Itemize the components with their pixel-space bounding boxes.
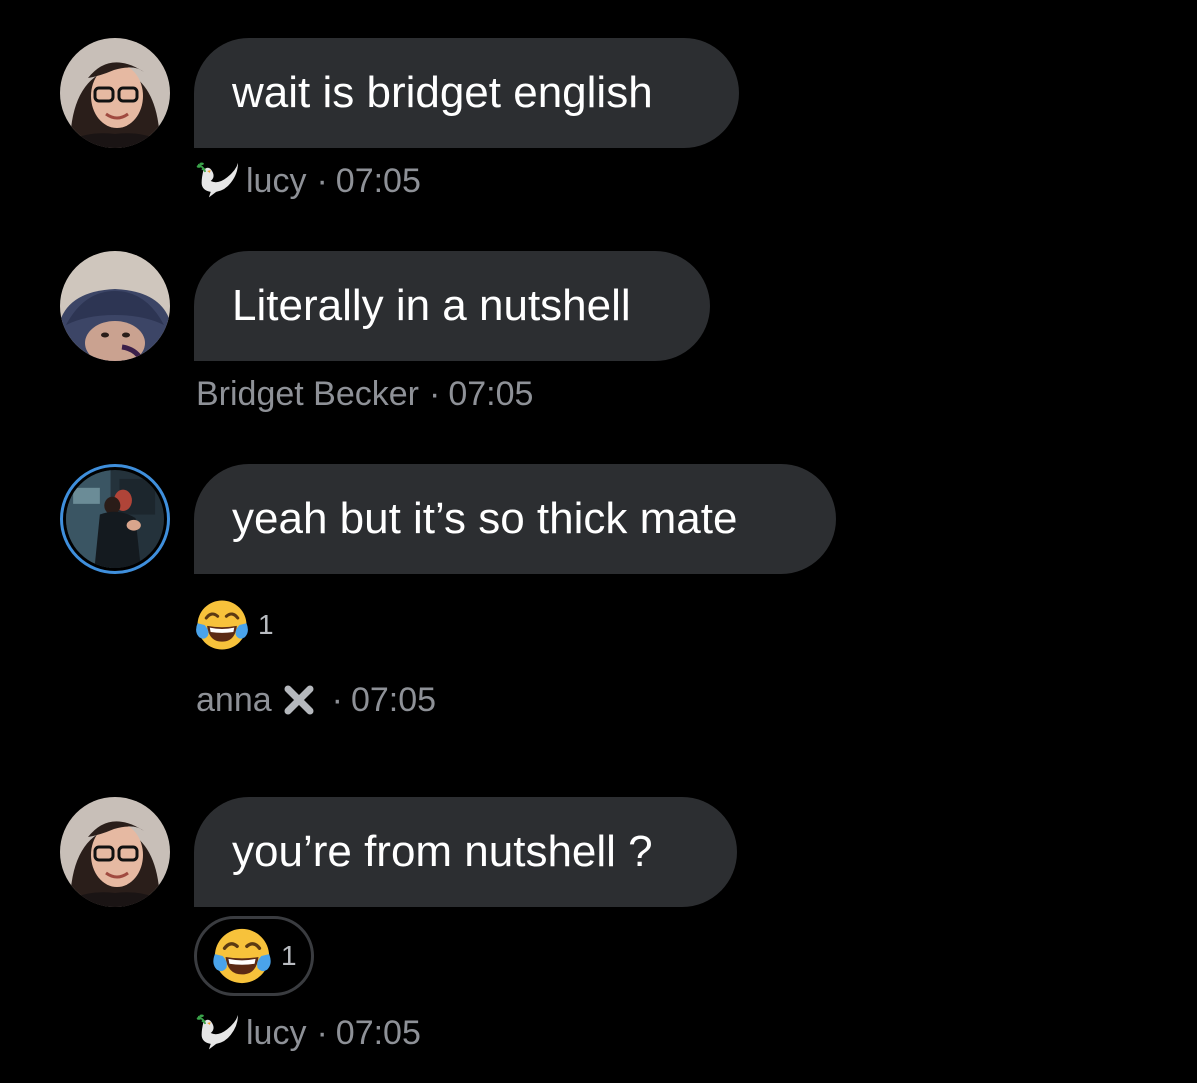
x-mark-icon — [284, 685, 314, 715]
avatar-lucy[interactable] — [60, 38, 170, 148]
message-bubble[interactable]: you’re from nutshell ? — [194, 797, 737, 907]
avatar-image — [66, 470, 164, 568]
message-bubble[interactable]: wait is bridget english — [194, 38, 739, 148]
dove-icon — [196, 1013, 240, 1053]
message-meta: anna · 07:05 — [196, 680, 436, 720]
avatar-image — [60, 251, 170, 361]
avatar-bridget-becker[interactable] — [60, 251, 170, 361]
reaction-chip[interactable]: 1 — [194, 597, 274, 653]
message-text: yeah but it’s so thick mate — [232, 494, 738, 543]
sender-name[interactable]: anna — [196, 681, 272, 720]
separator: · — [429, 374, 441, 413]
tears-of-joy-emoji-icon — [211, 925, 273, 987]
separator: · — [316, 161, 328, 200]
message-bubble[interactable]: yeah but it’s so thick mate — [194, 464, 836, 574]
message-text: wait is bridget english — [232, 68, 653, 117]
reaction-count: 1 — [258, 609, 274, 640]
timestamp: 07:05 — [350, 680, 437, 719]
message-text: you’re from nutshell ? — [232, 827, 653, 876]
separator: · — [331, 680, 343, 719]
dove-icon — [196, 161, 240, 201]
reaction-count: 1 — [281, 940, 297, 971]
message-bubble[interactable]: Literally in a nutshell — [194, 251, 710, 361]
avatar-image — [60, 38, 170, 148]
reaction-chip-selected[interactable]: 1 — [194, 916, 314, 996]
tears-of-joy-emoji-icon — [194, 597, 250, 653]
avatar-image — [60, 797, 170, 907]
timestamp: 07:05 — [335, 161, 421, 200]
timestamp: 07:05 — [448, 374, 534, 413]
message-text: Literally in a nutshell — [232, 281, 631, 330]
message-meta: lucy · 07:05 — [196, 161, 421, 201]
avatar-lucy[interactable] — [60, 797, 170, 907]
separator: · — [316, 1013, 328, 1052]
sender-name[interactable]: lucy — [246, 162, 306, 201]
sender-name[interactable]: Bridget Becker — [196, 375, 419, 414]
message-meta: lucy · 07:05 — [196, 1013, 421, 1053]
timestamp: 07:05 — [335, 1013, 421, 1052]
avatar-anna[interactable] — [60, 464, 170, 574]
message-meta: Bridget Becker · 07:05 — [196, 374, 533, 414]
sender-name[interactable]: lucy — [246, 1014, 306, 1053]
